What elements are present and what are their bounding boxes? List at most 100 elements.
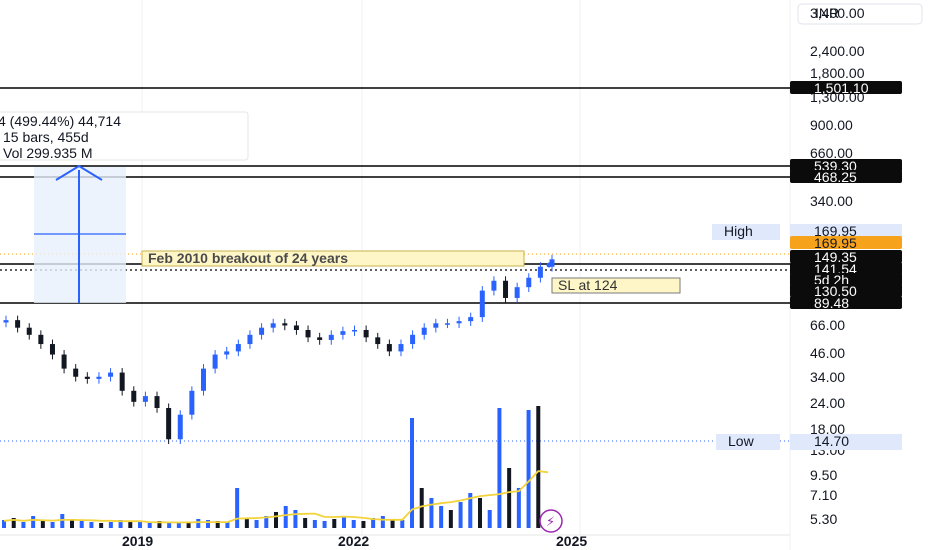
- candle-body: [305, 330, 311, 338]
- volume-bar: [283, 506, 288, 528]
- lightning-badge[interactable]: ⚡: [539, 509, 563, 533]
- candle-body: [177, 414, 183, 440]
- volume-bar: [274, 512, 278, 528]
- high-label: High: [724, 223, 753, 239]
- low-marker: Low 14.70: [716, 433, 902, 450]
- volume-bar: [342, 516, 346, 528]
- candle-body: [38, 334, 44, 345]
- volume-bars: [2, 406, 550, 528]
- volume-bar: [89, 522, 94, 528]
- volume-bar: [312, 520, 317, 528]
- volume-bar: [293, 510, 298, 528]
- volume-bar: [439, 506, 444, 528]
- candle-body: [421, 327, 427, 335]
- low-value: 14.70: [814, 433, 849, 449]
- candle-body: [247, 334, 253, 345]
- candle-body: [224, 351, 230, 355]
- volume-bar: [196, 519, 201, 528]
- volume-bar: [516, 488, 521, 528]
- y-tick-label: 1,800.00: [810, 65, 865, 81]
- candle-body: [514, 287, 520, 298]
- candle-body: [328, 334, 334, 340]
- candle-body: [270, 323, 276, 328]
- candle-body: [375, 337, 381, 345]
- volume-bar: [448, 510, 453, 528]
- volume-bar: [176, 523, 181, 528]
- volume-bar: [40, 521, 45, 528]
- price-tag-value: 1,501.10: [814, 80, 869, 96]
- candle-body: [200, 368, 206, 391]
- vertical-gridlines: [141, 0, 581, 535]
- candle-body: [61, 354, 67, 369]
- candle-body: [166, 408, 172, 440]
- volume-bar: [497, 408, 502, 528]
- candle-body: [119, 372, 125, 391]
- candle-body: [259, 327, 265, 335]
- volume-bar: [400, 520, 405, 528]
- candle-body: [73, 368, 79, 377]
- candle-body: [479, 290, 485, 318]
- y-tick-label: 46.00: [810, 345, 845, 361]
- x-tick-2025: 2025: [556, 533, 587, 549]
- candle-body: [386, 344, 392, 352]
- price-chart[interactable]: 4 (499.44%) 44,714 15 bars, 455d Vol 299…: [0, 0, 932, 550]
- volume-bar: [351, 520, 356, 528]
- candle-body: [189, 390, 195, 415]
- volume-bar: [380, 516, 385, 528]
- candle-body: [108, 372, 114, 377]
- candle-body: [526, 277, 532, 288]
- breakout-annotation[interactable]: Feb 2010 breakout of 24 years: [141, 250, 525, 267]
- volume-bar: [303, 518, 308, 528]
- breakout-label: Feb 2010 breakout of 24 years: [148, 250, 348, 266]
- x-tick-2022: 2022: [338, 533, 369, 549]
- candle-body: [468, 317, 474, 322]
- measure-line-1: 4 (499.44%) 44,714: [0, 113, 121, 129]
- candle-body: [352, 330, 358, 332]
- volume-bar: [526, 410, 531, 528]
- volume-bar: [429, 498, 434, 528]
- candle-body: [15, 320, 21, 328]
- volume-bar: [235, 488, 240, 528]
- y-tick-label: 900.00: [810, 117, 853, 133]
- y-tick-label: 66.00: [810, 317, 845, 333]
- candle-body: [398, 344, 404, 352]
- candle-body: [3, 320, 9, 323]
- volume-bar: [79, 521, 84, 528]
- y-tick-label: 9.50: [810, 467, 837, 483]
- candle-body: [340, 331, 346, 335]
- stop-loss-annotation[interactable]: SL at 124: [551, 277, 681, 294]
- volume-bar: [31, 516, 36, 528]
- y-tick-label: 24.00: [810, 395, 845, 411]
- candle-body: [49, 344, 55, 355]
- current-price-dot: [546, 262, 552, 268]
- measure-tool[interactable]: [34, 164, 126, 303]
- y-tick-label: 3,400.00: [810, 5, 865, 21]
- volume-bar: [322, 521, 327, 528]
- y-tick-label: 7.10: [810, 487, 837, 503]
- measure-line-2: 15 bars, 455d: [3, 129, 89, 145]
- measure-line-3: Vol 299.935 M: [3, 145, 93, 161]
- volume-bar: [60, 514, 65, 528]
- volume-bar: [108, 522, 113, 528]
- y-tick-label: 2,400.00: [810, 43, 865, 59]
- lightning-icon: ⚡: [546, 514, 555, 529]
- volume-bar: [536, 406, 541, 528]
- candle-body: [433, 323, 439, 328]
- candle-body: [537, 266, 543, 278]
- x-tick-2019: 2019: [122, 533, 153, 549]
- low-label: Low: [728, 433, 755, 449]
- candle-body: [131, 390, 137, 402]
- volume-bar: [361, 521, 366, 528]
- volume-bar: [99, 523, 104, 528]
- candle-body: [142, 396, 148, 402]
- volume-bar: [50, 522, 55, 528]
- volume-bar: [507, 468, 512, 528]
- volume-bar: [419, 488, 424, 528]
- volume-bar: [332, 519, 337, 528]
- stop-loss-label: SL at 124: [558, 277, 618, 293]
- candle-body: [363, 330, 369, 338]
- volume-bar: [458, 502, 463, 528]
- candle-body: [503, 280, 509, 298]
- measure-info-box: 4 (499.44%) 44,714 15 bars, 455d Vol 299…: [0, 111, 249, 161]
- candle-body: [456, 321, 462, 324]
